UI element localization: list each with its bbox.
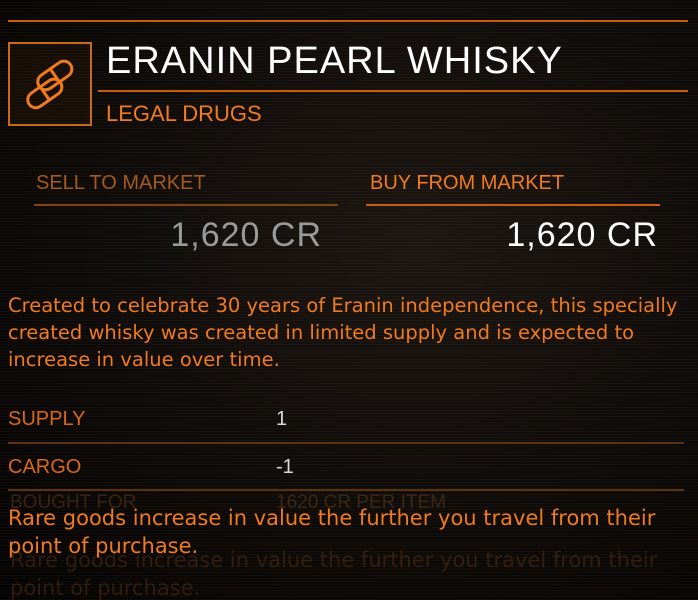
sell-divider (34, 204, 338, 206)
sell-to-market-label: SELL TO MARKET (36, 172, 206, 194)
cargo-label: CARGO (8, 456, 82, 478)
commodity-title: ERANIN PEARL WHISKY (106, 40, 563, 82)
sell-price: 1,620 CR (170, 216, 322, 254)
cargo-row: CARGO -1 (0, 444, 698, 490)
supply-label: SUPPLY (8, 408, 86, 430)
commodity-category: LEGAL DRUGS (106, 101, 262, 126)
rare-goods-note: Rare goods increase in value the further… (8, 506, 656, 558)
buy-from-market-label: BUY FROM MARKET (370, 172, 565, 194)
supply-value: 1 (276, 408, 288, 430)
top-divider (8, 20, 688, 22)
cargo-divider (8, 489, 684, 491)
title-divider (98, 90, 688, 92)
commodity-detail-panel: ERANIN PEARL WHISKY LEGAL DRUGS SELL TO … (0, 0, 698, 600)
buy-divider (366, 204, 660, 206)
commodity-description: Created to celebrate 30 years of Eranin … (8, 294, 678, 371)
commodity-icon-frame (8, 42, 92, 126)
pill-capsules-icon (26, 59, 74, 110)
supply-row: SUPPLY 1 (0, 396, 698, 442)
buy-price: 1,620 CR (506, 216, 658, 254)
cargo-value: -1 (276, 456, 294, 478)
